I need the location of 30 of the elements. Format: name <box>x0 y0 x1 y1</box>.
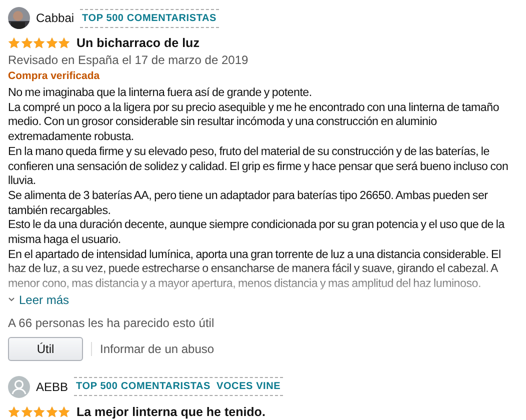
verified-purchase-label: Compra verificada <box>8 70 101 82</box>
review-paragraph: Se alimenta de 3 baterías AA, pero tiene un adaptador para baterías tipo 26650. Ambas pueden ser también recargables. <box>8 188 489 218</box>
star-icon <box>8 406 20 418</box>
reviewer-badge: TOP 500 COMENTARISTAS VOCES VINE <box>74 377 283 396</box>
review-date: Revisado en España el 17 de marzo de 2019 <box>8 53 250 67</box>
review-paragraph: En la mano queda firme y su elevado peso, fruto del material de su construcción y de las baterías, le confieren una sensación de solidez y calidad. El grip es firme y hace pensar que será bueno incluso con lluvia. <box>8 144 510 189</box>
reviewer-name[interactable]: AEBB <box>36 380 68 394</box>
read-more-link[interactable]: Leer más <box>8 292 70 307</box>
avatar-icon <box>8 376 30 398</box>
review-paragraph: Esto le da una duración decente, aunque siempre condicionada por su gran potencia y el uso que de la misma haga el usuario. <box>8 218 506 248</box>
review-title[interactable]: La mejor linterna que he tenido. <box>76 404 266 419</box>
helpful-count: A 66 personas les ha parecido esto útil <box>8 316 216 330</box>
star-icon <box>46 406 58 418</box>
star-icon <box>46 37 58 49</box>
star-icon <box>33 406 45 418</box>
report-abuse-link[interactable]: Informar de un abuso <box>100 342 214 356</box>
review-paragraph: La compré un poco a la ligera por su precio asequible y me he encontrado con una linterna de tamaño medio. Con un grosor considerable sin resultar incómoda y una construcción en aluminio extremadamente robusta. <box>8 100 500 145</box>
star-icon <box>58 37 70 49</box>
reviewer-name[interactable]: Cabbai <box>36 11 74 25</box>
review-paragraph: En el apartado de intensidad lumínica, aporta una gran torrente de luz a una distancia considerable. El haz de luz, a su vez, puede estrecharse o ensancharse de manera fácil y suave, girando el cabezal. A menor cono, mas distancia y a mayor apertura, menos distancia y mas amplitud del haz luminoso. <box>8 248 502 292</box>
star-icon <box>8 37 20 49</box>
review-title[interactable]: Un bicharraco de luz <box>76 36 200 50</box>
chevron-down-icon <box>8 297 15 302</box>
review-paragraph: No me imaginaba que la linterna fuera así de grande y potente. <box>8 86 313 101</box>
star-icon <box>58 406 70 418</box>
star-icon <box>20 406 32 418</box>
reviewer-badge: TOP 500 COMENTARISTAS <box>80 8 219 28</box>
star-icon <box>33 37 45 49</box>
helpful-button[interactable]: Útil <box>8 336 83 361</box>
star-icon <box>20 37 32 49</box>
